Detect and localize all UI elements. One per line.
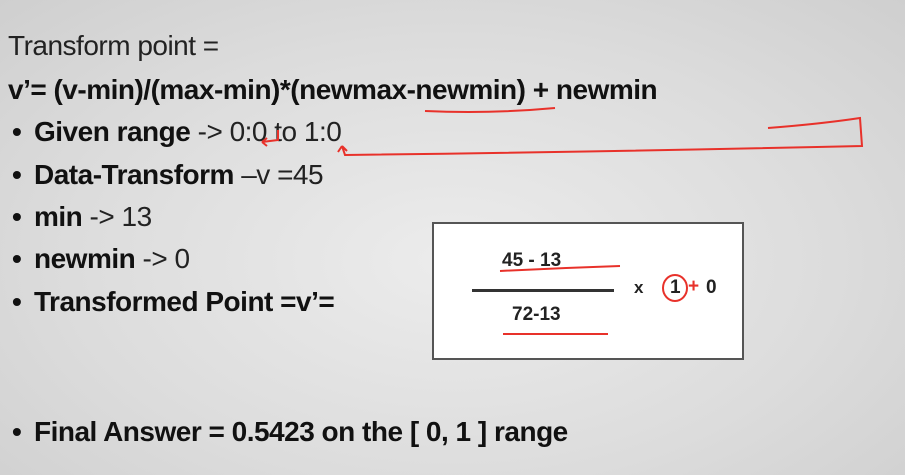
arrow-to-range-end xyxy=(261,130,279,147)
red-annotations xyxy=(261,107,864,335)
underline-newmax xyxy=(424,107,556,113)
circle-newmax xyxy=(662,274,688,302)
bracket-arrow-newmin xyxy=(337,116,864,157)
underline-numerator xyxy=(499,265,621,272)
